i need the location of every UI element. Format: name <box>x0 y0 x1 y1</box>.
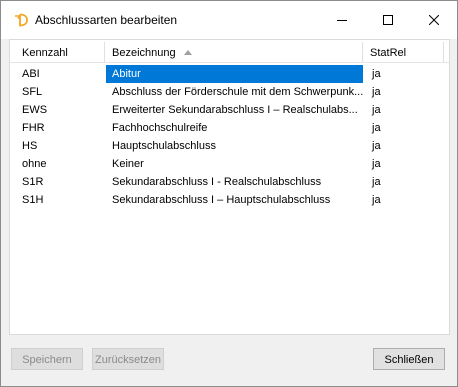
cell-kennzahl: FHR <box>22 122 45 134</box>
table-row[interactable]: EWS Erweiterter Sekundarabschluss I – Re… <box>10 101 449 119</box>
cell-kennzahl: S1H <box>22 194 44 206</box>
column-divider[interactable] <box>443 42 444 62</box>
cell-kennzahl: S1R <box>22 176 44 188</box>
cell-statrel: ja <box>372 68 381 80</box>
sort-ascending-icon <box>183 50 192 55</box>
cell-bezeichnung: Hauptschulabschluss <box>112 140 216 152</box>
cell-kennzahl: EWS <box>22 104 48 116</box>
table-row[interactable]: S1H Sekundarabschluss I – Hauptschulabsc… <box>10 191 449 209</box>
cell-statrel: ja <box>372 158 381 170</box>
cell-statrel: ja <box>372 140 381 152</box>
cell-kennzahl: ABI <box>22 68 40 80</box>
table-row[interactable]: SFL Abschluss der Förderschule mit dem S… <box>10 83 449 101</box>
cell-kennzahl: ohne <box>22 158 47 170</box>
column-header-kennzahl[interactable]: Kennzahl <box>14 40 104 62</box>
cell-bezeichnung: Erweiterter Sekundarabschluss I – Realsc… <box>112 104 358 116</box>
close-window-button[interactable] <box>411 1 457 39</box>
column-header-bezeichnung[interactable]: Bezeichnung <box>104 40 362 62</box>
data-table[interactable]: Kennzahl Bezeichnung StatRel ABI Abitur … <box>10 40 449 209</box>
table-row[interactable]: ohne Keiner ja <box>10 155 449 173</box>
close-icon <box>429 15 439 25</box>
table-row[interactable]: HS Hauptschulabschluss ja <box>10 137 449 155</box>
maximize-icon <box>383 15 393 25</box>
cell-kennzahl: SFL <box>22 86 43 98</box>
dialog-window: Abschlussarten bearbeiten Kennzahl Bezei… <box>0 0 458 387</box>
column-header-statrel[interactable]: StatRel <box>362 40 448 62</box>
maximize-button[interactable] <box>365 1 411 39</box>
cell-statrel: ja <box>372 176 381 188</box>
table-row[interactable]: FHR Fachhochschulreife ja <box>10 119 449 137</box>
cell-bezeichnung: Keiner <box>112 158 144 170</box>
cell-statrel: ja <box>372 122 381 134</box>
table-panel: Kennzahl Bezeichnung StatRel ABI Abitur … <box>9 39 450 335</box>
minimize-icon <box>337 20 347 21</box>
cell-bezeichnung[interactable]: Abitur <box>106 65 363 83</box>
cell-statrel: ja <box>372 104 381 116</box>
save-button[interactable]: Speichern <box>11 348 83 370</box>
table-row[interactable]: ABI Abitur ja <box>10 65 449 83</box>
cell-bezeichnung: Fachhochschulreife <box>112 122 208 134</box>
cell-bezeichnung: Abschluss der Förderschule mit dem Schwe… <box>112 86 363 98</box>
table-header: Kennzahl Bezeichnung StatRel <box>10 40 449 63</box>
reset-button[interactable]: Zurücksetzen <box>92 348 164 370</box>
cell-bezeichnung: Sekundarabschluss I - Realschulabschluss <box>112 176 322 188</box>
cell-bezeichnung: Sekundarabschluss I – Hauptschulabschlus… <box>112 194 331 206</box>
cell-statrel: ja <box>372 86 381 98</box>
table-row[interactable]: S1R Sekundarabschluss I - Realschulabsch… <box>10 173 449 191</box>
cell-statrel: ja <box>372 194 381 206</box>
app-logo-icon <box>13 12 29 28</box>
minimize-button[interactable] <box>319 1 365 39</box>
close-button[interactable]: Schließen <box>373 348 445 370</box>
cell-kennzahl: HS <box>22 140 38 152</box>
title-bar[interactable]: Abschlussarten bearbeiten <box>1 1 457 39</box>
window-title: Abschlussarten bearbeiten <box>35 13 178 27</box>
